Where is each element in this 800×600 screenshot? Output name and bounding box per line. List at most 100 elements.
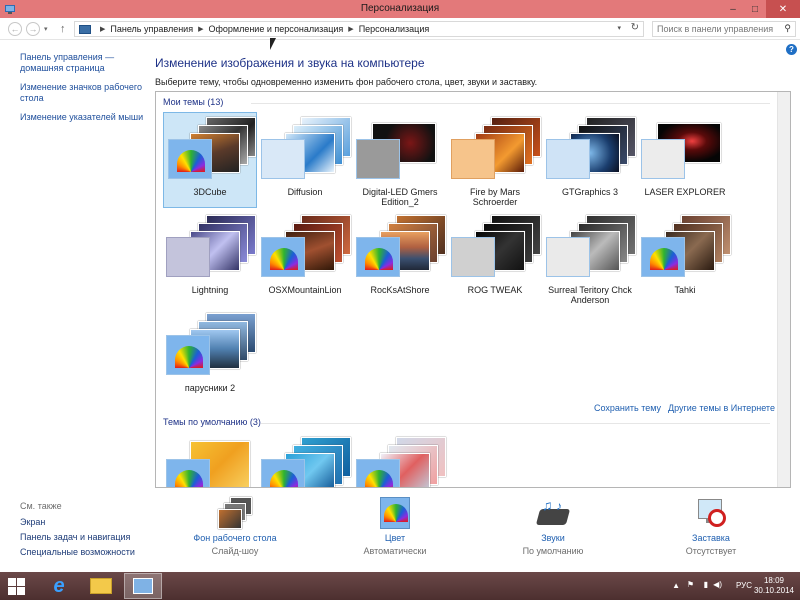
help-icon[interactable]: ? <box>786 44 797 55</box>
color-palette-icon <box>546 139 590 179</box>
theme-lightning[interactable]: Lightning <box>163 210 257 306</box>
nav-change-mouse-pointers[interactable]: Изменение указателей мыши <box>20 112 145 123</box>
color-title[interactable]: Цвет <box>340 533 450 543</box>
refresh-icon[interactable]: ↻ <box>631 22 639 33</box>
theme-gtgraphics-3[interactable]: GTGraphics 3 <box>543 112 637 208</box>
desktop-background-link[interactable]: Фон рабочего стола Слайд-шоу <box>180 497 290 556</box>
flag-icon[interactable]: ⚑ <box>687 580 694 589</box>
color-palette-icon <box>166 335 210 375</box>
screensaver-status: Отсутствует <box>685 546 737 556</box>
folder-icon <box>90 578 112 594</box>
clock-date: 30.10.2014 <box>753 586 794 595</box>
theme-default-windows[interactable] <box>163 432 257 487</box>
breadcrumb-appearance[interactable]: Оформление и персонализация <box>208 24 343 34</box>
theme-name: Tahki <box>674 285 696 295</box>
color-palette-icon <box>451 237 495 277</box>
chevron-down-icon[interactable]: ▾ <box>617 24 621 32</box>
see-also-taskbar[interactable]: Панель задач и навигация <box>20 532 145 542</box>
theme-name: Surreal Teritory Chck Anderson <box>548 285 632 305</box>
theme-name: OSXMountainLion <box>268 285 342 295</box>
color-palette-icon <box>356 459 400 487</box>
nav-change-desktop-icons[interactable]: Изменение значков рабочего стола <box>20 82 145 104</box>
theme-default-flowers[interactable] <box>353 432 447 487</box>
maximize-button[interactable]: □ <box>744 0 766 18</box>
theme-default-lines[interactable] <box>258 432 352 487</box>
sounds-link[interactable]: ♫ ♪ Звуки По умолчанию <box>498 497 608 556</box>
forward-button[interactable]: → <box>26 22 40 36</box>
arrow-right-icon: → <box>28 24 38 34</box>
color-link[interactable]: Цвет Автоматически <box>340 497 450 556</box>
personalization-window: Персонализация – □ ✕ ← → ▾ ↑ ▶ Панель уп… <box>0 0 800 572</box>
theme-name: RocKsAtShore <box>370 285 430 295</box>
theme-rocksatshore[interactable]: RocKsAtShore <box>353 210 447 306</box>
theme-tahki[interactable]: Tahki <box>638 210 732 306</box>
volume-icon[interactable]: ◀) <box>713 580 722 589</box>
theme-name: Fire by Mars Schroerder <box>469 187 520 207</box>
color-icon <box>378 497 412 529</box>
theme-rog-tweak[interactable]: ROG TWEAK <box>448 210 542 306</box>
group-divider <box>261 423 770 424</box>
show-hidden-icons[interactable]: ▲ <box>672 581 680 590</box>
window-title: Персонализация <box>360 3 440 14</box>
color-palette-icon <box>168 139 212 179</box>
theme-laser-explorer[interactable]: LASER EXPLORER <box>638 112 732 208</box>
desktop-background-title[interactable]: Фон рабочего стола <box>180 533 290 543</box>
theme-surreal-teritory[interactable]: Surreal Teritory Chck Anderson <box>543 210 637 306</box>
color-palette-icon <box>261 237 305 277</box>
screensaver-title[interactable]: Заставка <box>656 533 766 543</box>
screensaver-link[interactable]: Заставка Отсутствует <box>656 497 766 556</box>
theme-3dcube[interactable]: 3DCube <box>163 112 257 208</box>
color-palette-icon <box>641 237 685 277</box>
minimize-button[interactable]: – <box>722 0 744 18</box>
group-divider <box>251 103 770 104</box>
clock-time: 18:09 <box>763 576 784 585</box>
control-panel-icon <box>79 24 91 34</box>
color-palette-icon <box>261 459 305 487</box>
taskbar-internet-explorer[interactable]: e <box>40 573 78 599</box>
taskbar-control-panel[interactable] <box>124 573 162 599</box>
see-also-display[interactable]: Экран <box>20 517 145 527</box>
vertical-scrollbar[interactable] <box>777 92 790 487</box>
see-also-accessibility[interactable]: Специальные возможности <box>20 547 145 557</box>
theme-fire-by-mars[interactable]: Fire by Mars Schroerder <box>448 112 542 208</box>
nav-control-panel-home[interactable]: Панель управления — домашняя страница <box>20 52 145 74</box>
bottom-settings: Фон рабочего стола Слайд-шоу Цвет Автома… <box>150 497 790 567</box>
chevron-down-icon: ▾ <box>44 26 48 33</box>
search-input[interactable]: Поиск в панели управления ⚲ <box>652 21 796 37</box>
sounds-icon: ♫ ♪ <box>535 497 571 529</box>
save-theme-link[interactable]: Сохранить тему <box>594 403 661 413</box>
chevron-right-icon[interactable]: ▶ <box>348 25 353 33</box>
color-palette-icon <box>261 139 305 179</box>
breadcrumb-personalization[interactable]: Персонализация <box>359 24 430 34</box>
sounds-title[interactable]: Звуки <box>498 533 608 543</box>
theme-osxmountainlion[interactable]: OSXMountainLion <box>258 210 352 306</box>
close-button[interactable]: ✕ <box>766 0 800 18</box>
taskbar-file-explorer[interactable] <box>82 573 120 599</box>
title-bar[interactable]: Персонализация – □ ✕ <box>0 0 800 18</box>
address-bar: ← → ▾ ↑ ▶ Панель управления ▶ Оформление… <box>0 18 800 40</box>
color-palette-icon <box>641 139 685 179</box>
theme-diffusion[interactable]: Diffusion <box>258 112 352 208</box>
back-button[interactable]: ← <box>8 22 22 36</box>
desktop-background-icon <box>218 497 252 529</box>
control-panel-icon <box>133 578 153 594</box>
chevron-right-icon[interactable]: ▶ <box>198 25 203 33</box>
desktop-background-status: Слайд-шоу <box>211 546 259 556</box>
themes-list[interactable]: Мои темы (13) 3DCube Diffusion Digital-L… <box>155 91 791 488</box>
page-title: Изменение изображения и звука на компьют… <box>155 56 425 70</box>
more-themes-online-link[interactable]: Другие темы в Интернете <box>668 403 775 413</box>
clock[interactable]: 18:09 30.10.2014 <box>754 576 794 596</box>
color-palette-icon <box>166 237 210 277</box>
up-button[interactable]: ↑ <box>60 23 66 35</box>
start-button[interactable] <box>8 578 25 595</box>
network-icon[interactable]: ▮ <box>704 580 708 589</box>
color-status: Автоматически <box>363 546 427 556</box>
input-language[interactable]: РУС <box>736 581 752 590</box>
search-icon[interactable]: ⚲ <box>784 23 791 34</box>
theme-digital-led[interactable]: Digital-LED Gmers Edition_2 <box>353 112 447 208</box>
theme-parusniki-2[interactable]: парусники 2 <box>163 308 257 404</box>
theme-name: Digital-LED Gmers Edition_2 <box>362 187 438 207</box>
breadcrumb[interactable]: ▶ Панель управления ▶ Оформление и персо… <box>74 21 644 37</box>
recent-pages-button[interactable]: ▾ <box>44 25 48 33</box>
breadcrumb-control-panel[interactable]: Панель управления <box>110 24 193 34</box>
